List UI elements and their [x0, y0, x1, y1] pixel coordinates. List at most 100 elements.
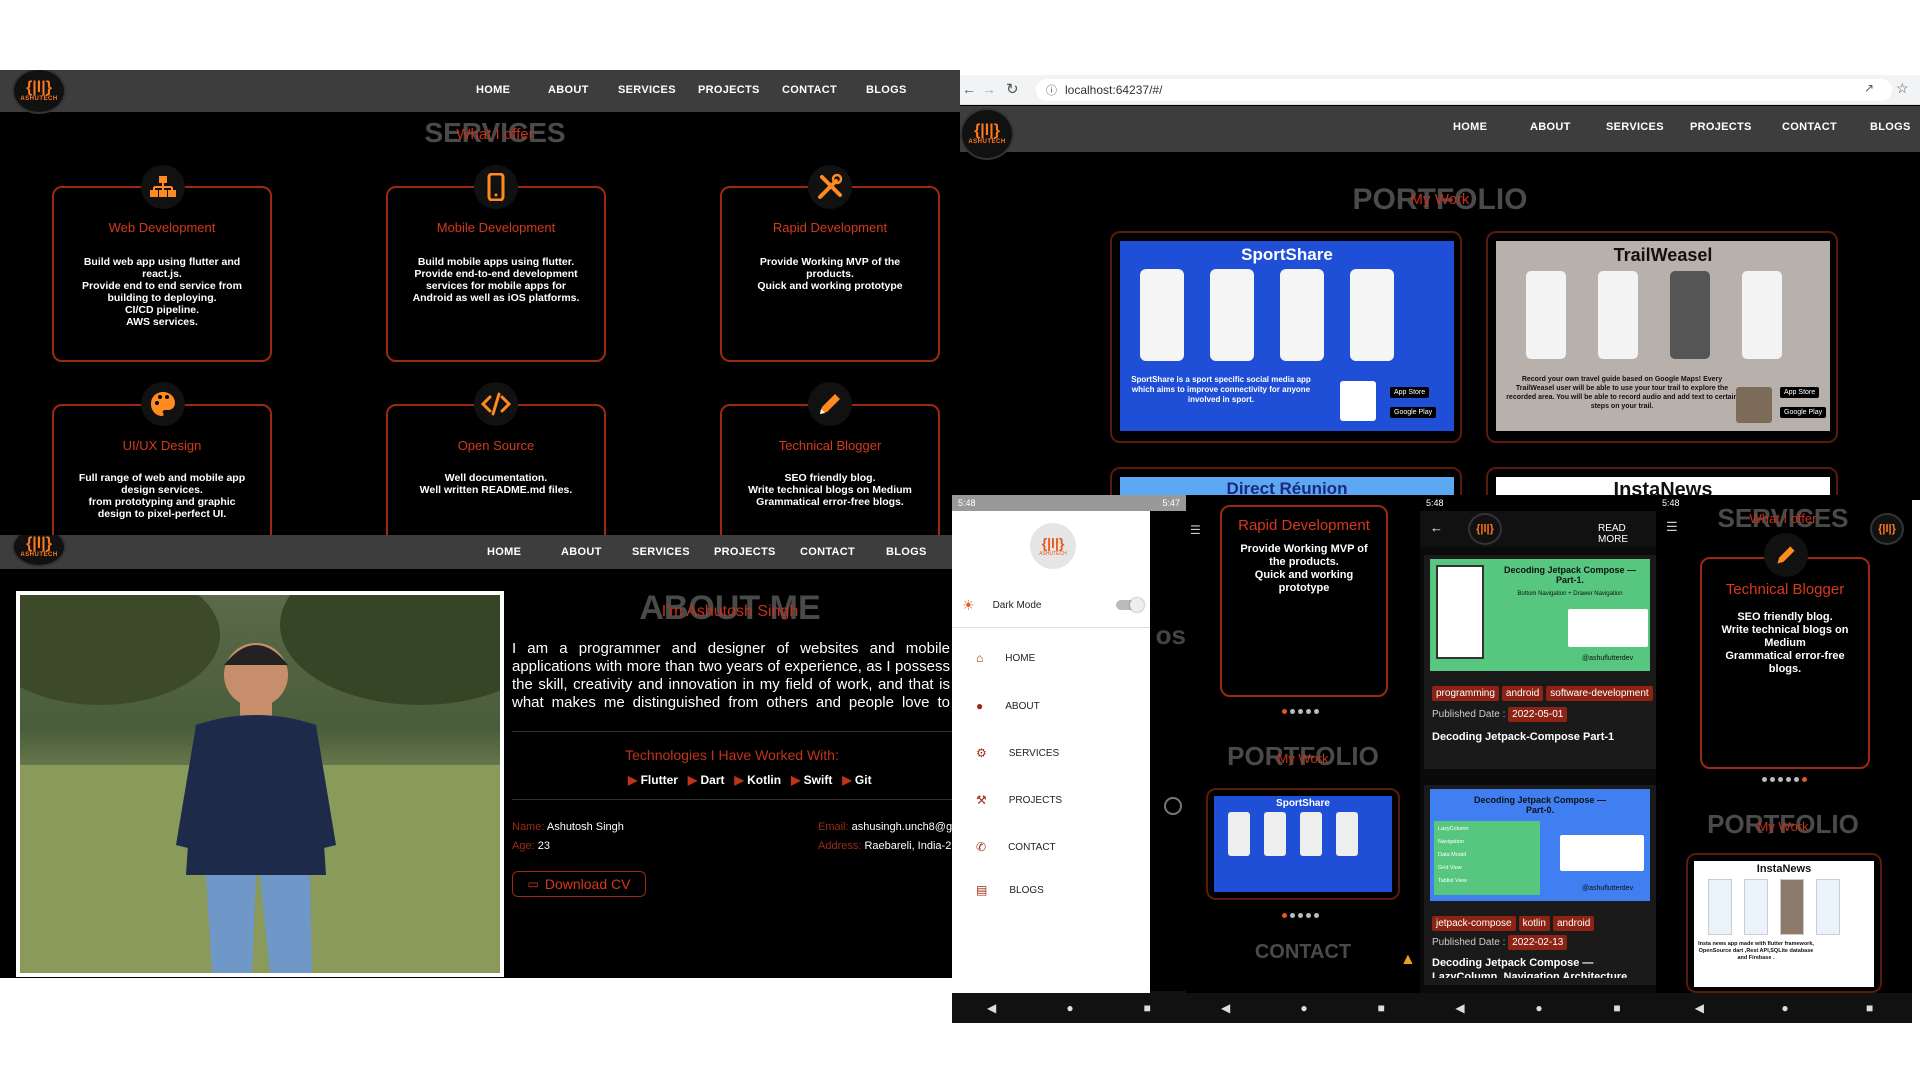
drawer-item-home[interactable]: ⌂ HOME [976, 651, 1035, 665]
nav-blogs[interactable]: BLOGS [886, 546, 927, 558]
blog-post-card[interactable]: Decoding Jetpack Compose — Part-0. LazyC… [1424, 785, 1656, 985]
about-navbar: {|l|} ASHUTECH HOME ABOUT SERVICES PROJE… [0, 535, 952, 569]
nav-blogs[interactable]: BLOGS [866, 84, 907, 96]
nav-contact[interactable]: CONTACT [1782, 121, 1837, 133]
nav-home[interactable]: HOME [1453, 121, 1487, 133]
share-icon[interactable]: ↗ [1864, 81, 1874, 95]
download-cv-button[interactable]: ▭ Download CV [512, 871, 646, 897]
info-email: Email: ashusingh.unch8@g [818, 821, 952, 833]
blog-tags: programming android software-development [1432, 683, 1656, 701]
mobile-logo: {|l|} [1870, 513, 1904, 545]
nav-services[interactable]: SERVICES [632, 546, 690, 558]
rocket-icon[interactable]: ▲ [1400, 951, 1416, 969]
sitemap-icon [141, 165, 185, 209]
nav-services[interactable]: SERVICES [1606, 121, 1664, 133]
android-back-icon[interactable]: ◀ [1455, 1001, 1464, 1015]
service-card-web: Web Development Build web app using flut… [52, 186, 272, 362]
project-card-sportshare[interactable]: SportShare SportShare is a sport specifi… [1110, 231, 1462, 443]
android-recents-icon[interactable]: ■ [1144, 1001, 1151, 1015]
drawer-logo: {|l|} ASHUTECH [1030, 523, 1076, 569]
url-text: localhost:64237/#/ [1065, 83, 1163, 97]
drawer-item-projects[interactable]: ⚒ PROJECTS [976, 793, 1062, 807]
tech-item: ▶ Dart [687, 773, 725, 787]
site-logo[interactable]: {|l|} ASHUTECH [12, 70, 66, 114]
info-icon[interactable]: ⓘ [1046, 82, 1057, 98]
drawer-item-about[interactable]: ● ABOUT [976, 699, 1040, 713]
blog-tags: jetpack-compose kotlin android [1432, 913, 1656, 931]
dark-mode-switch[interactable] [1116, 598, 1144, 612]
nav-contact[interactable]: CONTACT [782, 84, 837, 96]
mobile-services-subtitle: What I offer [1749, 511, 1817, 526]
carousel-dots [1282, 709, 1319, 714]
sun-icon: ☀ [962, 596, 975, 613]
nav-projects[interactable]: PROJECTS [714, 546, 776, 558]
dark-mode-toggle-row[interactable]: ☀ Dark Mode [962, 595, 1144, 615]
android-recents-icon[interactable]: ■ [1866, 1001, 1873, 1015]
mobile-blogger-screen: 5:48 ☰ {|l|} SERVICES What I offer Techn… [1656, 495, 1912, 1023]
drawer-item-blogs[interactable]: ▤ BLOGS [976, 883, 1044, 897]
mobile-icon [474, 165, 518, 209]
nav-about[interactable]: ABOUT [561, 546, 602, 558]
nav-projects[interactable]: PROJECTS [698, 84, 760, 96]
nav-home[interactable]: HOME [487, 546, 521, 558]
gear-icon: ⚙ [976, 746, 987, 760]
carousel-dots [1762, 777, 1807, 782]
tech-item: ▶ Kotlin [734, 773, 782, 787]
reload-icon[interactable]: ↻ [1006, 80, 1019, 98]
blog-post-title: Decoding Jetpack Compose — [1432, 957, 1594, 969]
site-logo-portfolio[interactable]: {|l|} ASHUTECH [960, 108, 1014, 160]
nav-about[interactable]: ABOUT [548, 84, 589, 96]
wrench-icon: ⚒ [976, 793, 987, 807]
services-panel: {|l|} ASHUTECH HOME ABOUT SERVICES PROJE… [0, 70, 960, 535]
browser-window: ← → ↻ ⓘ localhost:64237/#/ ↗ ☆ {|l|} ASH… [960, 75, 1920, 500]
forward-icon[interactable]: → [982, 81, 996, 97]
nav-contact[interactable]: CONTACT [800, 546, 855, 558]
mobile-project-instanews[interactable]: InstaNews Insta news app made with flutt… [1686, 853, 1882, 993]
back-arrow-icon[interactable]: ← [1430, 520, 1443, 535]
mobile-blogs-screen: 5:48 ← {|l|} READ MORE Decoding Jetpack … [1420, 495, 1656, 1023]
nav-projects[interactable]: PROJECTS [1690, 121, 1752, 133]
address-bar[interactable]: ⓘ localhost:64237/#/ [1036, 79, 1892, 101]
top-navbar: {|l|} ASHUTECH HOME ABOUT SERVICES PROJE… [0, 70, 960, 114]
drawer-item-services[interactable]: ⚙ SERVICES [976, 746, 1059, 760]
android-back-icon[interactable]: ◀ [987, 1001, 996, 1015]
android-back-icon[interactable]: ◀ [1695, 1001, 1704, 1015]
nav-services[interactable]: SERVICES [618, 84, 676, 96]
mobile-card-rapid: Rapid Development Provide Working MVP of… [1220, 505, 1388, 697]
android-home-icon[interactable]: ● [1300, 1001, 1307, 1015]
code-icon [474, 382, 518, 426]
android-recents-icon[interactable]: ■ [1378, 1001, 1385, 1015]
blog-post-card[interactable]: Decoding Jetpack Compose — Part-1. Botto… [1424, 555, 1656, 769]
menu-icon[interactable]: ☰ [1190, 523, 1201, 537]
blog-appbar: ← {|l|} READ MORE [1420, 511, 1656, 547]
mobile-project-sportshare[interactable]: SportShare [1206, 788, 1400, 900]
back-icon[interactable]: ← [962, 81, 976, 97]
github-icon[interactable] [1164, 797, 1182, 815]
profile-photo [16, 591, 504, 977]
portfolio-subtitle: My Work [1410, 191, 1470, 208]
menu-icon[interactable]: ☰ [1666, 519, 1678, 535]
tech-item: ▶ Flutter [628, 773, 678, 787]
mobile-services-screen: ☰ Rapid Development Provide Working MVP … [1186, 495, 1420, 1023]
android-home-icon[interactable]: ● [1535, 1001, 1542, 1015]
android-home-icon[interactable]: ● [1781, 1001, 1788, 1015]
carousel-dots [1282, 913, 1319, 918]
nav-home[interactable]: HOME [476, 84, 510, 96]
drawer-item-contact[interactable]: ✆ CONTACT [976, 840, 1056, 854]
nav-about[interactable]: ABOUT [1530, 121, 1571, 133]
read-more-button[interactable]: READ MORE [1598, 523, 1656, 545]
project-card-trailweasel[interactable]: TrailWeasel Record your own travel guide… [1486, 231, 1838, 443]
mobile-card-blogger: Technical Blogger SEO friendly blog. Wri… [1700, 557, 1870, 769]
about-subtitle: I'm Ashutosh Singh [661, 603, 799, 620]
service-card-rapid: Rapid Development Provide Working MVP of… [720, 186, 940, 362]
about-bio: I am a programmer and designer of websit… [512, 640, 950, 714]
android-back-icon[interactable]: ◀ [1221, 1001, 1230, 1015]
nav-blogs[interactable]: BLOGS [1870, 121, 1911, 133]
star-icon[interactable]: ☆ [1896, 80, 1909, 97]
site-logo-about[interactable]: {|l|} ASHUTECH [12, 535, 66, 567]
android-home-icon[interactable]: ● [1066, 1001, 1073, 1015]
info-address: Address: Raebareli, India-2 [818, 840, 952, 852]
mobile-drawer-screen: os 5:48 5:47 {|l|} ASHUTECH ☀ Dark Mode … [952, 495, 1186, 1023]
mobile-portfolio-subtitle: My Work [1277, 751, 1329, 766]
android-recents-icon[interactable]: ■ [1613, 1001, 1620, 1015]
